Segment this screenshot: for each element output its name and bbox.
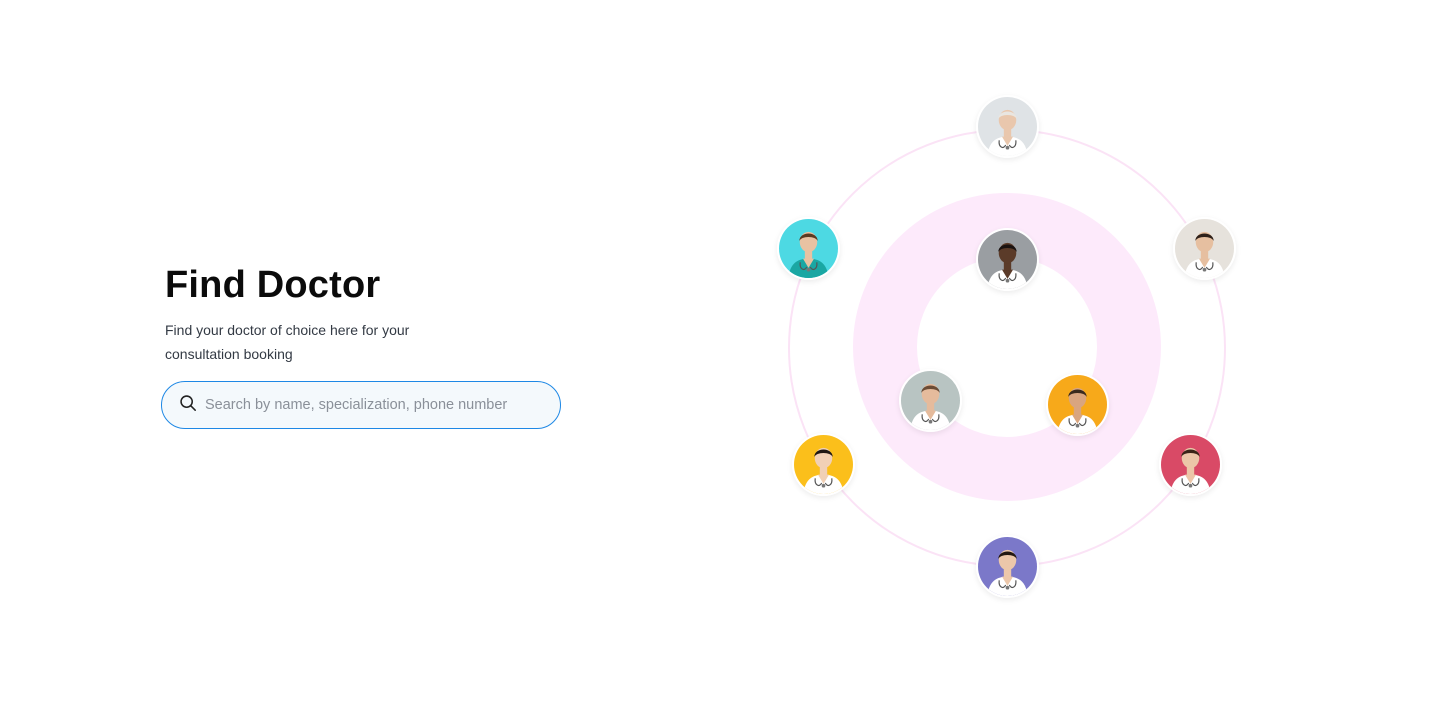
doctor-avatar-bottom[interactable] [976,535,1039,598]
doctor-portrait-icon [1175,219,1234,278]
doctor-avatar-left-lower[interactable] [792,433,855,496]
doctor-avatar-right-upper[interactable] [1173,217,1236,280]
doctor-portrait-icon [779,219,838,278]
search-bar[interactable] [161,381,561,429]
doctor-portrait-icon [978,230,1037,289]
doctor-avatar-center-top[interactable] [976,228,1039,291]
doctor-avatar-left-upper[interactable] [777,217,840,280]
page-subtitle: Find your doctor of choice here for your… [165,322,410,362]
doctor-portrait-icon [1048,375,1107,434]
doctor-portrait-icon [794,435,853,494]
doctor-portrait-icon [901,371,960,430]
doctor-avatar-right-lower[interactable] [1159,433,1222,496]
doctor-avatar-top[interactable] [976,95,1039,158]
search-input[interactable] [205,385,545,425]
page: Find Doctor Find your doctor of choice h… [0,0,1440,721]
search-icon [179,394,197,417]
doctor-orbit-illustration [760,90,1260,610]
doctor-portrait-icon [1161,435,1220,494]
doctor-portrait-icon [978,97,1037,156]
doctor-portrait-icon [978,537,1037,596]
page-title: Find Doctor [165,264,381,306]
hero-section: Find Doctor Find your doctor of choice h… [161,262,571,429]
doctor-avatar-center-left[interactable] [899,369,962,432]
doctor-avatar-center-right[interactable] [1046,373,1109,436]
